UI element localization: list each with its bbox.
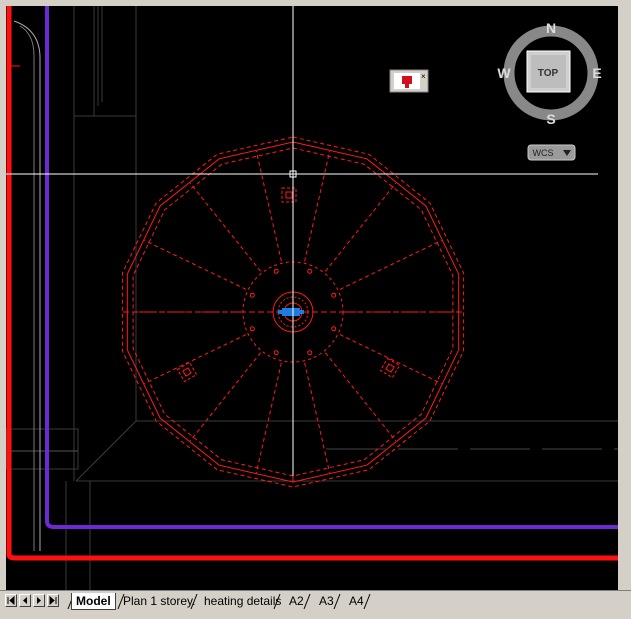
ucs-menu-label[interactable]: WCS [533, 148, 554, 158]
tab-a4[interactable]: A4 [349, 593, 364, 609]
compass-north[interactable]: N [546, 20, 556, 36]
compass-south[interactable]: S [546, 111, 555, 127]
bolt-hole [331, 292, 337, 298]
bolt-hole [273, 268, 279, 274]
radial-spoke [325, 352, 397, 442]
radial-spoke [144, 334, 247, 385]
tab-a2[interactable]: A2 [289, 593, 304, 609]
layout-tab-bar: Model Plan 1 storey. heating details A2 … [0, 590, 631, 612]
status-strip [0, 611, 631, 619]
radial-spoke [144, 239, 247, 290]
radial-spoke [304, 150, 331, 262]
viewcube-face-label[interactable]: TOP [538, 68, 559, 79]
radial-spoke [304, 362, 331, 474]
tab-plan-1-storey[interactable]: Plan 1 storey. [123, 593, 195, 609]
bolt-hole [249, 326, 255, 332]
radial-spoke [255, 150, 282, 262]
svg-text:×: × [421, 72, 426, 81]
bolt-hole [307, 268, 313, 274]
radial-spoke [255, 362, 282, 474]
last-tab-icon[interactable] [47, 594, 59, 607]
radial-spoke [189, 352, 261, 442]
radial-spoke [325, 182, 397, 272]
model-space-viewport[interactable]: × TOP N S E W WCS [6, 6, 618, 590]
cad-drawing[interactable]: × TOP N S E W WCS [6, 6, 618, 590]
bolt-hole [331, 326, 337, 332]
lock-badge-icon[interactable]: × [389, 69, 429, 93]
outlet-fixture [379, 357, 401, 379]
bolt-hole [273, 350, 279, 356]
tab-heating-details[interactable]: heating details [204, 593, 281, 609]
viewcube[interactable]: TOP N S E W WCS [497, 20, 602, 161]
outlet-fixture [281, 187, 297, 203]
radial-spoke [189, 182, 261, 272]
background-geometry [6, 6, 618, 590]
bolt-hole [249, 292, 255, 298]
outlet-fixture [176, 361, 198, 383]
compass-east[interactable]: E [592, 65, 601, 81]
next-tab-icon[interactable] [33, 594, 45, 607]
bolt-hole [307, 350, 313, 356]
tab-model[interactable]: Model [71, 593, 116, 610]
radial-spoke [339, 239, 442, 290]
tab-a3[interactable]: A3 [319, 593, 334, 609]
blue-grip-icon[interactable] [278, 308, 304, 316]
compass-west[interactable]: W [497, 65, 511, 81]
prev-tab-icon[interactable] [19, 594, 31, 607]
first-tab-icon[interactable] [5, 594, 17, 607]
